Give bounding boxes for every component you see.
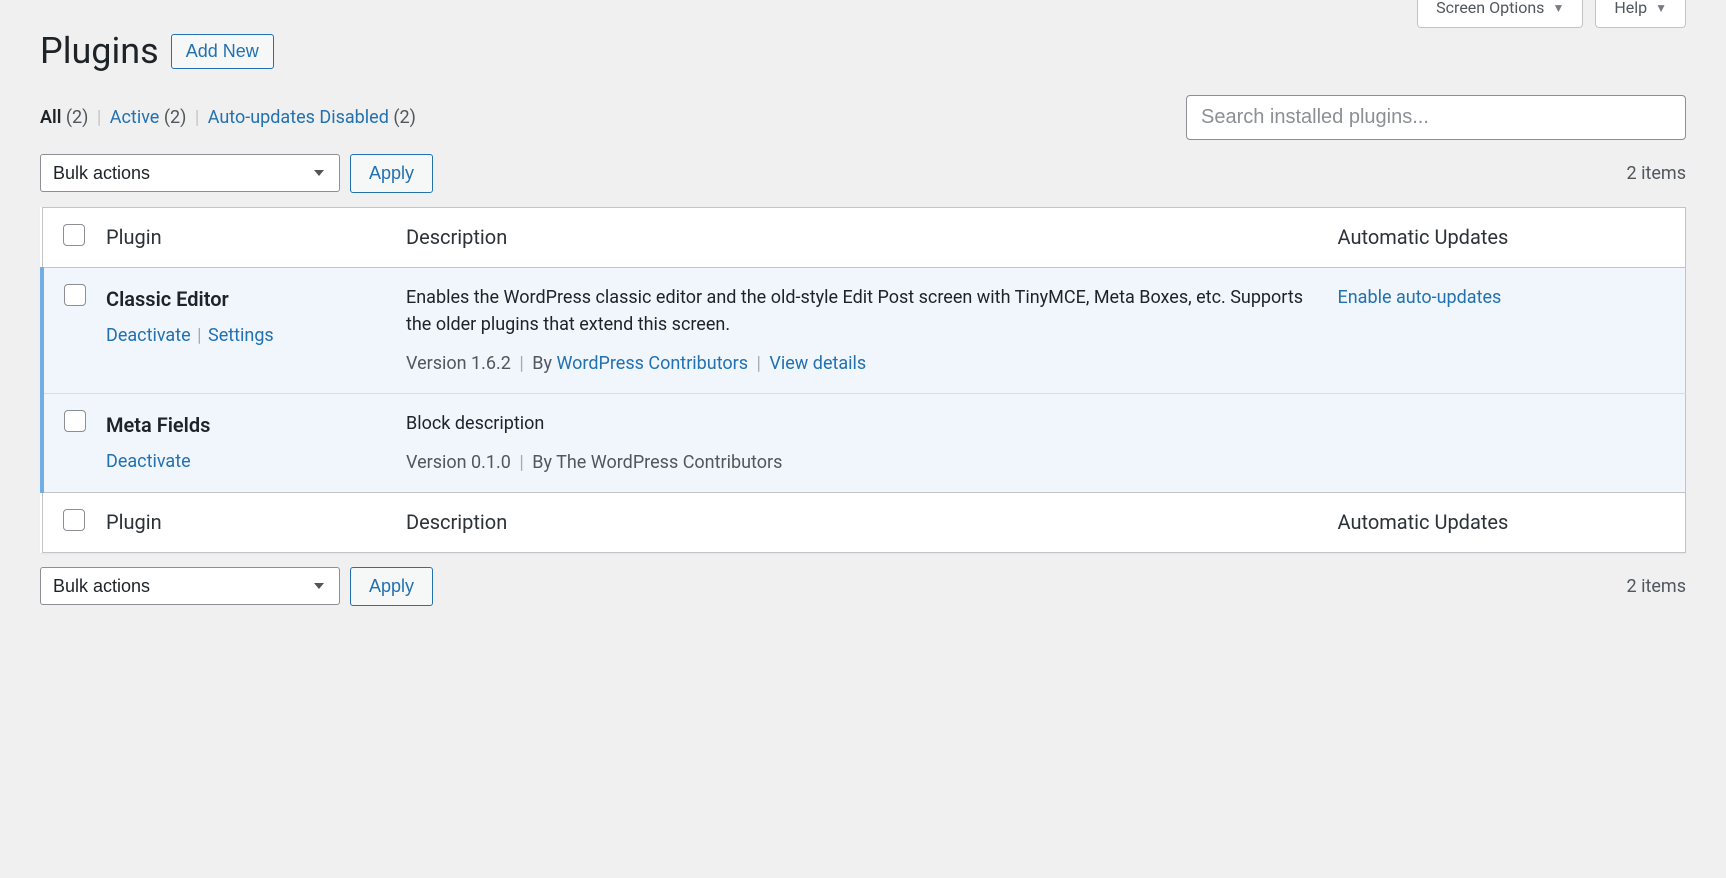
apply-button-top[interactable]: Apply xyxy=(350,154,433,193)
deactivate-link[interactable]: Deactivate xyxy=(106,451,191,472)
column-auto-updates-header: Automatic Updates xyxy=(1326,207,1686,267)
plugin-meta: Version 0.1.0 | By The WordPress Contrib… xyxy=(406,449,1314,476)
select-all-checkbox-top[interactable] xyxy=(63,224,85,246)
tablenav-bottom: Bulk actions Apply 2 items xyxy=(40,567,1686,606)
items-count-bottom: 2 items xyxy=(1627,576,1686,597)
screen-meta-links: Screen Options ▼ Help ▼ xyxy=(1417,0,1686,28)
chevron-down-icon: ▼ xyxy=(1552,1,1564,15)
page-title: Plugins xyxy=(40,28,159,75)
settings-link[interactable]: Settings xyxy=(208,325,274,346)
plugin-author-link[interactable]: WordPress Contributors xyxy=(556,353,748,374)
filter-links: All (2) | Active (2) | Auto-updates Disa… xyxy=(40,107,416,128)
filter-auto-updates-disabled[interactable]: Auto-updates Disabled (2) xyxy=(208,107,416,128)
search-input[interactable] xyxy=(1186,95,1686,140)
plugin-name: Meta Fields xyxy=(106,410,382,440)
column-plugin-header: Plugin xyxy=(94,207,394,267)
screen-options-label: Screen Options xyxy=(1436,0,1544,17)
plugin-meta: Version 1.6.2 | By WordPress Contributor… xyxy=(406,350,1314,377)
filter-active[interactable]: Active (2) xyxy=(110,107,191,128)
items-count-top: 2 items xyxy=(1627,163,1686,184)
plugin-author: The WordPress Contributors xyxy=(556,452,782,473)
apply-button-bottom[interactable]: Apply xyxy=(350,567,433,606)
help-tab[interactable]: Help ▼ xyxy=(1595,0,1686,28)
chevron-down-icon: ▼ xyxy=(1655,1,1667,15)
view-details-link[interactable]: View details xyxy=(769,353,866,374)
plugin-description: Block description xyxy=(406,410,1314,437)
bulk-actions-select-bottom[interactable]: Bulk actions xyxy=(40,567,340,605)
plugin-row: Classic Editor Deactivate | Settings Ena… xyxy=(42,267,1686,393)
plugin-checkbox[interactable] xyxy=(64,410,86,432)
plugin-row-actions: Deactivate | Settings xyxy=(106,322,382,349)
filter-all[interactable]: All (2) xyxy=(40,107,93,128)
plugin-name: Classic Editor xyxy=(106,284,382,314)
column-auto-updates-footer: Automatic Updates xyxy=(1326,492,1686,552)
plugin-checkbox[interactable] xyxy=(64,284,86,306)
bulk-actions-select[interactable]: Bulk actions xyxy=(40,154,340,192)
deactivate-link[interactable]: Deactivate xyxy=(106,325,191,346)
column-description-footer: Description xyxy=(394,492,1326,552)
column-plugin-footer: Plugin xyxy=(94,492,394,552)
plugins-table: Plugin Description Automatic Updates Cla… xyxy=(40,207,1686,553)
plugin-row-actions: Deactivate xyxy=(106,448,382,475)
tablenav-top: Bulk actions Apply 2 items xyxy=(40,154,1686,193)
plugin-description: Enables the WordPress classic editor and… xyxy=(406,284,1314,338)
enable-auto-updates-link[interactable]: Enable auto-updates xyxy=(1338,287,1502,308)
screen-options-tab[interactable]: Screen Options ▼ xyxy=(1417,0,1583,28)
column-description-header: Description xyxy=(394,207,1326,267)
select-all-checkbox-bottom[interactable] xyxy=(63,509,85,531)
help-label: Help xyxy=(1614,0,1647,17)
plugin-row: Meta Fields Deactivate Block description… xyxy=(42,393,1686,492)
add-new-button[interactable]: Add New xyxy=(171,34,274,69)
